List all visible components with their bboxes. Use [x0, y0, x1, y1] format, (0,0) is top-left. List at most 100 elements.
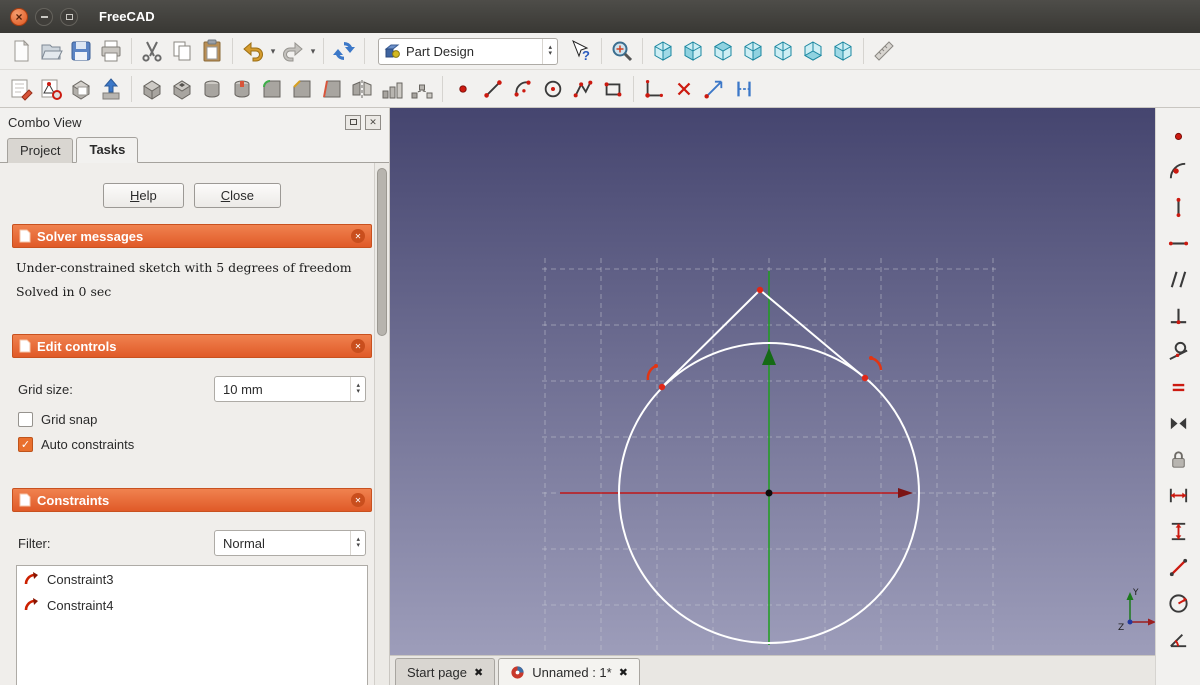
- tab-tasks[interactable]: Tasks: [76, 137, 139, 163]
- external-geometry-button[interactable]: [699, 74, 729, 104]
- solver-messages-header[interactable]: Solver messages ✕: [12, 224, 372, 248]
- lock-button[interactable]: [1165, 446, 1191, 472]
- groove-button[interactable]: [227, 74, 257, 104]
- filter-spinner-icon[interactable]: ▴ ▾: [350, 531, 365, 555]
- fit-all-button[interactable]: [607, 36, 637, 66]
- dock-close-button[interactable]: ✕: [365, 114, 381, 130]
- vertical-constraint-button[interactable]: [1165, 194, 1191, 220]
- tab-start-page[interactable]: Start page ✖: [395, 658, 496, 685]
- parallel-button[interactable]: [1165, 266, 1191, 292]
- window-minimize-button[interactable]: [35, 7, 53, 26]
- rear-view-button[interactable]: [768, 36, 798, 66]
- top-view-button[interactable]: [708, 36, 738, 66]
- line-icon: [484, 79, 502, 98]
- pocket-button[interactable]: [167, 74, 197, 104]
- horizontal-distance-button[interactable]: [1165, 482, 1191, 508]
- close-button[interactable]: Close: [193, 183, 281, 208]
- undo-caret-icon[interactable]: ▾: [268, 46, 278, 57]
- solver-messages-title: Solver messages: [37, 228, 144, 244]
- print-button[interactable]: [96, 36, 126, 66]
- create-rectangle-button[interactable]: [598, 74, 628, 104]
- create-line-button[interactable]: [478, 74, 508, 104]
- filter-value: Normal: [223, 535, 265, 551]
- coincident-button[interactable]: [1165, 122, 1191, 148]
- coincident-icon: [1174, 132, 1182, 140]
- trim-edge-button[interactable]: [669, 74, 699, 104]
- grid-size-spinner-icon[interactable]: ▴ ▾: [350, 377, 365, 401]
- tab-project[interactable]: Project: [7, 138, 74, 163]
- copy-button[interactable]: [167, 36, 197, 66]
- grid-snap-checkbox[interactable]: [18, 412, 33, 427]
- workbench-selector[interactable]: Part Design ▴ ▾: [378, 37, 558, 65]
- fillet-button[interactable]: [257, 74, 287, 104]
- redo-caret-icon[interactable]: ▾: [308, 46, 318, 57]
- polar-pattern-button[interactable]: [407, 74, 437, 104]
- tab-close-icon[interactable]: ✖: [619, 666, 628, 679]
- dock-float-button[interactable]: [345, 114, 361, 130]
- equal-button[interactable]: [1165, 374, 1191, 400]
- create-circle-button[interactable]: [538, 74, 568, 104]
- paste-button[interactable]: [197, 36, 227, 66]
- tangent-button[interactable]: [1165, 338, 1191, 364]
- bottom-view-button[interactable]: [798, 36, 828, 66]
- auto-constraints-checkbox[interactable]: ✓: [18, 437, 33, 452]
- scrollbar-thumb[interactable]: [377, 168, 387, 336]
- radius-button[interactable]: [1165, 590, 1191, 616]
- panel-scrollbar[interactable]: [374, 163, 389, 685]
- collapse-icon[interactable]: ✕: [351, 229, 365, 243]
- construction-mode-button[interactable]: [729, 74, 759, 104]
- create-arc-button[interactable]: [508, 74, 538, 104]
- revolution-button[interactable]: [197, 74, 227, 104]
- viewport-canvas[interactable]: Y X Z: [390, 108, 1155, 655]
- front-view-button[interactable]: [678, 36, 708, 66]
- list-item[interactable]: Constraint4: [17, 592, 367, 618]
- perpendicular-button[interactable]: [1165, 302, 1191, 328]
- symmetric-button[interactable]: [1165, 410, 1191, 436]
- whats-this-button[interactable]: ?: [566, 36, 596, 66]
- point-on-object-button[interactable]: [1165, 158, 1191, 184]
- collapse-icon[interactable]: ✕: [351, 339, 365, 353]
- save-button[interactable]: [66, 36, 96, 66]
- toggle-axes-button[interactable]: [639, 74, 669, 104]
- mirrored-button[interactable]: [347, 74, 377, 104]
- left-view-button[interactable]: [828, 36, 858, 66]
- new-document-button[interactable]: [6, 36, 36, 66]
- leave-sketch-button[interactable]: [96, 74, 126, 104]
- distance-button[interactable]: [1165, 554, 1191, 580]
- vertical-distance-button[interactable]: [1165, 518, 1191, 544]
- filter-select[interactable]: Normal ▴ ▾: [214, 530, 366, 556]
- horizontal-constraint-button[interactable]: [1165, 230, 1191, 256]
- help-button[interactable]: Help: [103, 183, 184, 208]
- create-polyline-button[interactable]: [568, 74, 598, 104]
- axonometric-view-button[interactable]: [648, 36, 678, 66]
- window-maximize-button[interactable]: [60, 7, 78, 26]
- chamfer-button[interactable]: [287, 74, 317, 104]
- undo-button[interactable]: [238, 36, 268, 66]
- edit-controls-header[interactable]: Edit controls ✕: [12, 334, 372, 358]
- tab-close-icon[interactable]: ✖: [474, 666, 483, 679]
- tab-unnamed-document[interactable]: Unnamed : 1* ✖: [498, 658, 640, 685]
- angle-button[interactable]: [1165, 626, 1191, 652]
- refresh-button[interactable]: [329, 36, 359, 66]
- constraints-header[interactable]: Constraints ✕: [12, 488, 372, 512]
- pad-button[interactable]: [137, 74, 167, 104]
- workbench-spinner-icon[interactable]: ▴ ▾: [542, 38, 557, 64]
- toolbar-separator: [131, 38, 132, 64]
- collapse-icon[interactable]: ✕: [351, 493, 365, 507]
- measure-distance-button[interactable]: [869, 36, 899, 66]
- draft-button[interactable]: [317, 74, 347, 104]
- window-close-button[interactable]: ×: [10, 7, 28, 26]
- cut-button[interactable]: [137, 36, 167, 66]
- edit-sketch-button[interactable]: [36, 74, 66, 104]
- new-sketch-button[interactable]: [6, 74, 36, 104]
- open-document-button[interactable]: [36, 36, 66, 66]
- linear-pattern-button[interactable]: [377, 74, 407, 104]
- create-point-button[interactable]: [448, 74, 478, 104]
- map-sketch-button[interactable]: [66, 74, 96, 104]
- edit-controls-body: Grid size: 10 mm ▴ ▾ Grid snap ✓ Auto con…: [12, 358, 372, 472]
- redo-button[interactable]: [278, 36, 308, 66]
- sketch-viewport[interactable]: Y X Z: [390, 108, 1155, 655]
- grid-size-select[interactable]: 10 mm ▴ ▾: [214, 376, 366, 402]
- right-view-button[interactable]: [738, 36, 768, 66]
- list-item[interactable]: Constraint3: [17, 566, 367, 592]
